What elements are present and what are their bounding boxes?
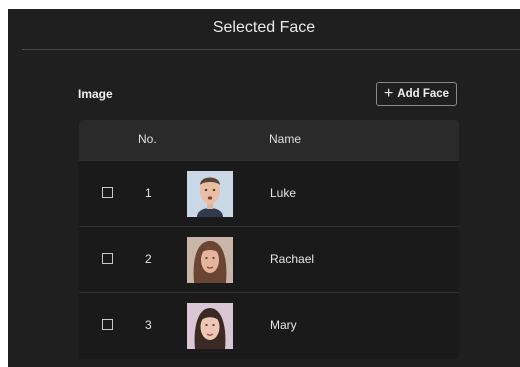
- selected-face-panel: Selected Face Image + Add Face No. Name …: [8, 9, 520, 367]
- add-face-button[interactable]: + Add Face: [376, 82, 457, 106]
- face-thumbnail-art: [187, 171, 233, 217]
- face-thumbnail: [187, 237, 233, 283]
- row-name: Mary: [270, 318, 297, 332]
- row-checkbox[interactable]: [102, 319, 113, 330]
- column-header-name: Name: [269, 132, 302, 146]
- table-row[interactable]: 2 Rachael: [79, 226, 459, 292]
- row-name: Luke: [270, 186, 297, 200]
- row-number: 3: [145, 318, 152, 332]
- image-section-label: Image: [78, 87, 113, 101]
- table-row[interactable]: 3 Mary: [79, 292, 459, 358]
- row-checkbox[interactable]: [102, 253, 113, 264]
- face-thumbnail: [187, 303, 233, 349]
- face-thumbnail: [187, 171, 233, 217]
- title-divider: [22, 49, 520, 50]
- add-face-button-label: Add Face: [397, 88, 450, 100]
- row-checkbox[interactable]: [102, 187, 113, 198]
- row-number: 2: [145, 252, 152, 266]
- row-number: 1: [145, 186, 152, 200]
- face-thumbnail-art: [187, 237, 233, 283]
- table-header: No. Name: [79, 120, 459, 160]
- plus-icon: +: [383, 85, 394, 102]
- table-row[interactable]: 1 Luke: [79, 160, 459, 226]
- faces-table: No. Name 1 Luke 2 Rachael 3 Mary: [79, 120, 459, 359]
- dialog-title: Selected Face: [212, 19, 316, 36]
- row-name: Rachael: [270, 252, 315, 266]
- column-header-no: No.: [138, 132, 157, 146]
- face-thumbnail-art: [187, 303, 233, 349]
